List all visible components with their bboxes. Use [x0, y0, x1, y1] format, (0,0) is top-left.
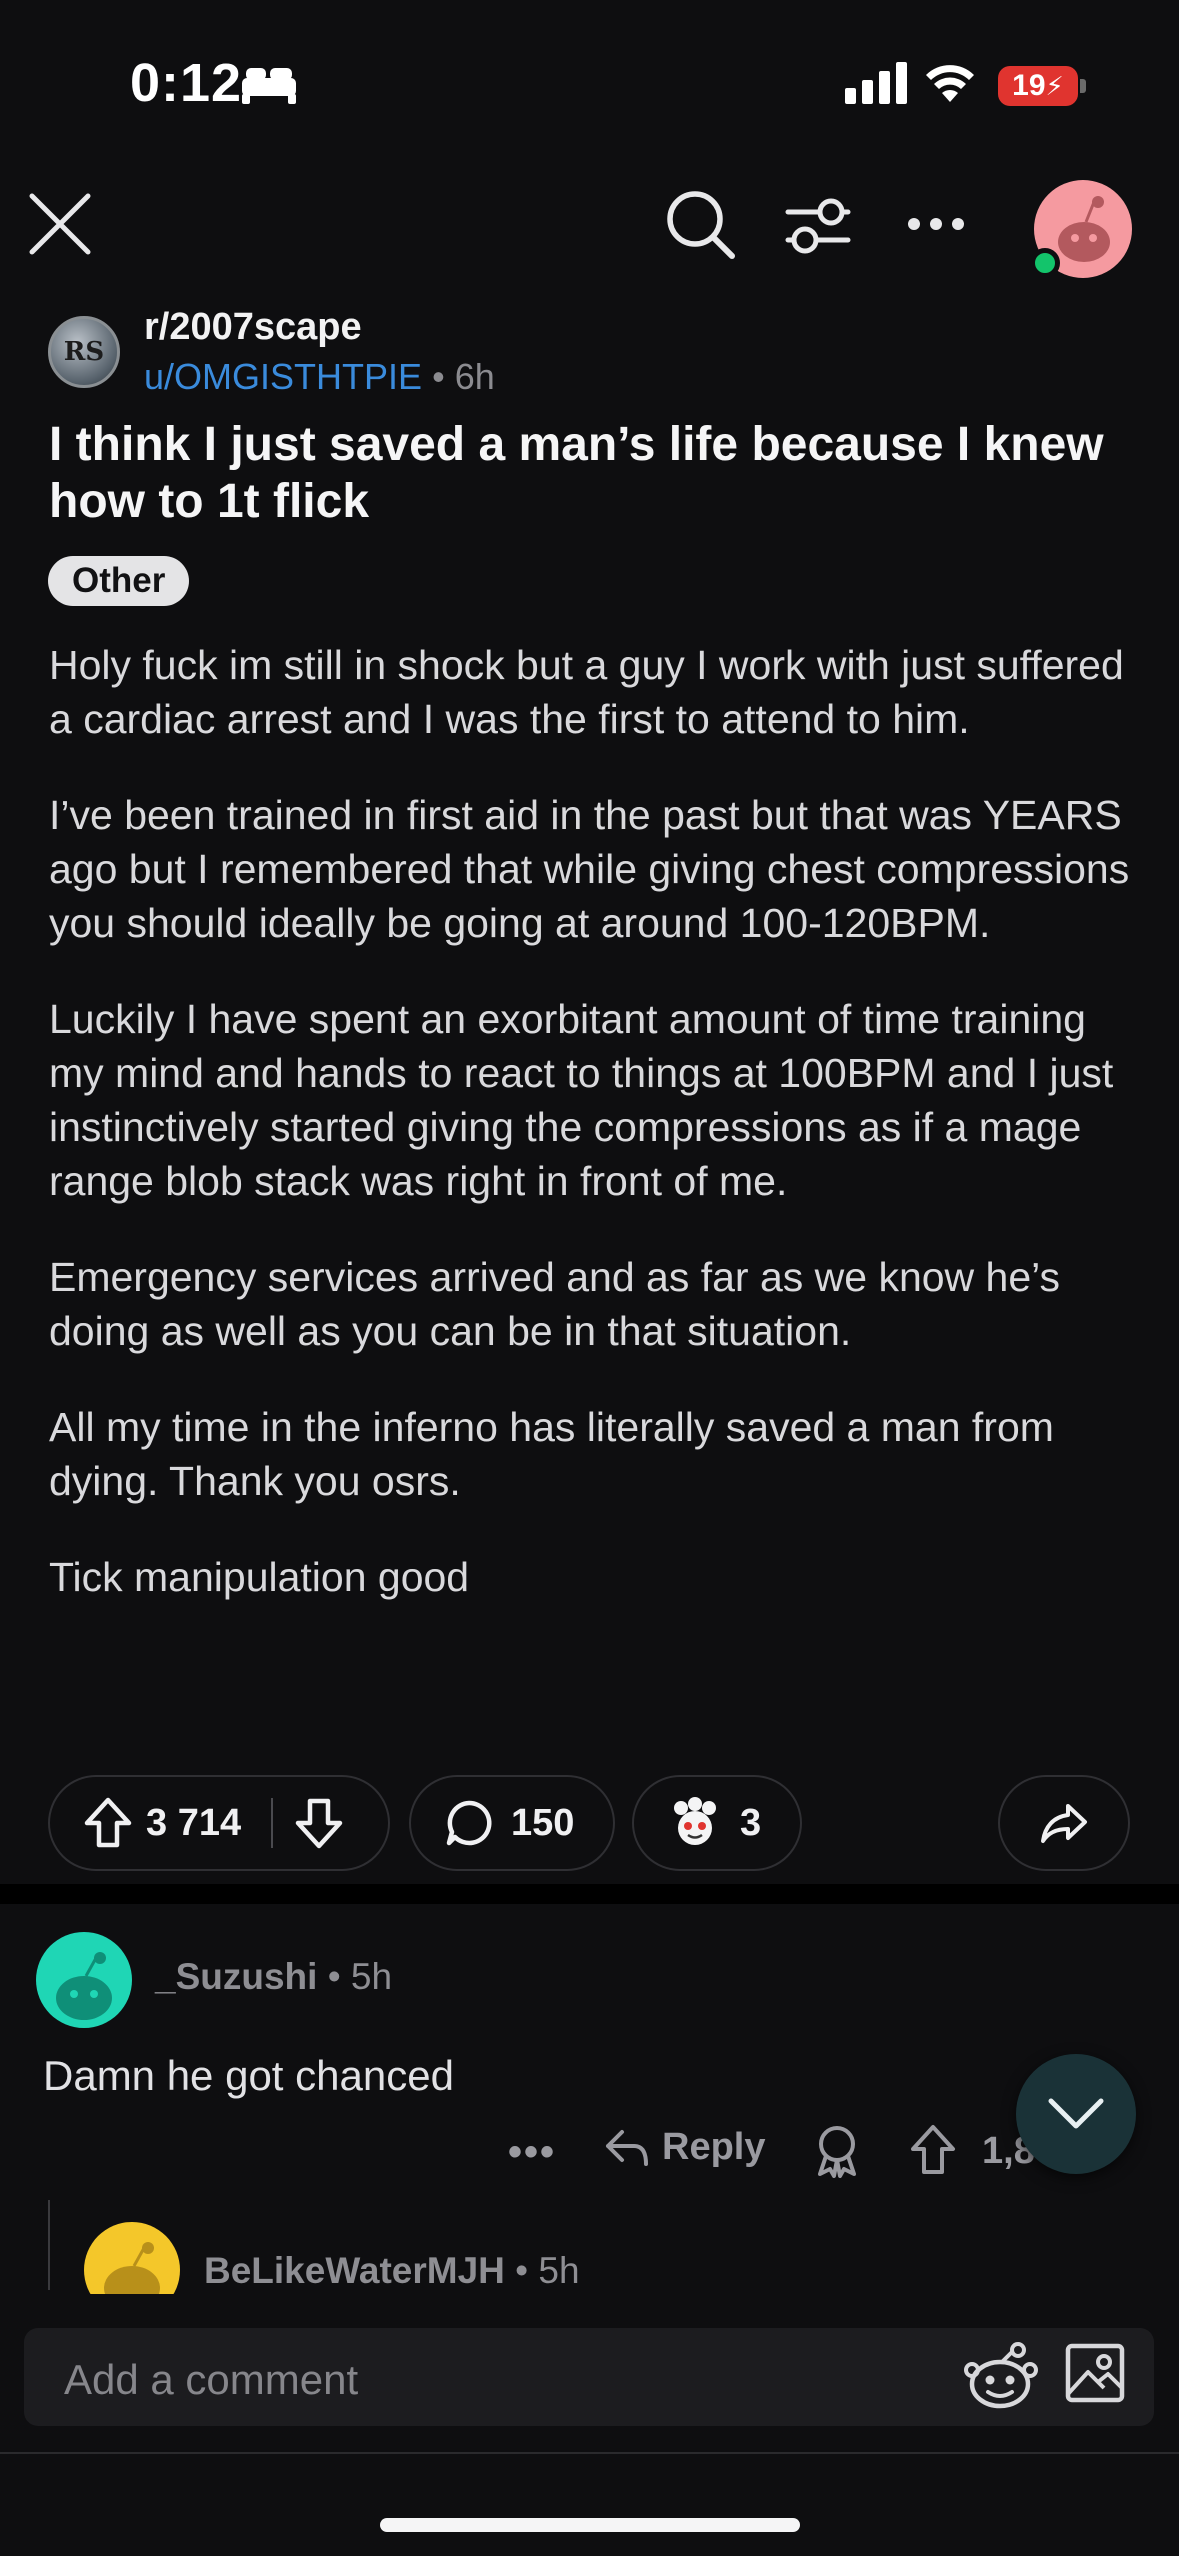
award-snoo-icon: [674, 1797, 716, 1845]
snoo-emoji-icon[interactable]: [960, 2338, 1042, 2416]
sleep-focus-icon: [242, 68, 296, 104]
battery-indicator: 19 ⚡: [998, 66, 1078, 106]
comment-more-button[interactable]: •••: [508, 2130, 556, 2175]
status-time: 0:12: [130, 53, 243, 113]
cell-signal-icon: [845, 60, 907, 104]
next-comment-button[interactable]: [1016, 2054, 1136, 2174]
image-upload-icon[interactable]: [1064, 2342, 1126, 2404]
comment-author: _Suzushi • 5h: [155, 1956, 392, 1998]
snoo-avatar-icon: [56, 1952, 112, 2020]
post-paragraph: Emergency services arrived and as far as…: [49, 1254, 1061, 1354]
post-byline: u/OMGISTHTPIE • 6h: [144, 356, 495, 398]
reply-arrow-icon: [606, 2129, 648, 2166]
battery-tip: [1080, 79, 1086, 93]
composer-divider: [0, 2452, 1179, 2454]
post-paragraph: Tick manipulation good: [49, 1554, 470, 1600]
vote-control: 3 714: [48, 1775, 390, 1871]
comment-placeholder: Add a comment: [64, 2356, 359, 2403]
post-paragraph: I’ve been trained in first aid in the pa…: [49, 792, 1130, 946]
post-paragraph: Luckily I have spent an exorbitant amoun…: [49, 996, 1114, 1204]
post-author[interactable]: u/OMGISTHTPIE: [144, 356, 422, 397]
comment-upvote-icon[interactable]: [910, 2124, 956, 2176]
reply-author: BeLikeWaterMJH • 5h: [204, 2250, 580, 2292]
battery-level: 19: [1012, 69, 1046, 102]
post-body: Holy fuck im still in shock but a guy I …: [49, 638, 1139, 1646]
add-comment-input[interactable]: Add a comment: [24, 2328, 1154, 2426]
downvote-icon[interactable]: [295, 1797, 343, 1849]
comment-age: • 5h: [327, 1956, 393, 1997]
search-icon[interactable]: [664, 188, 736, 260]
post-paragraph: Holy fuck im still in shock but a guy I …: [49, 642, 1124, 742]
reply-age: • 5h: [515, 2250, 580, 2291]
comment-count: 150: [511, 1801, 575, 1844]
section-divider: [0, 1884, 1179, 1904]
post-header: [0, 170, 1179, 310]
reply-author-name[interactable]: BeLikeWaterMJH: [204, 2250, 505, 2291]
post-title: I think I just saved a man’s life becaus…: [49, 418, 1104, 528]
award-count: 3: [740, 1801, 762, 1844]
comments-button[interactable]: 150: [409, 1775, 615, 1871]
post-flair[interactable]: Other: [48, 556, 190, 606]
share-button[interactable]: [998, 1775, 1130, 1871]
thread-line: [48, 2200, 50, 2290]
vote-separator: [271, 1798, 274, 1848]
comment-actions: ••• Reply 1,8: [0, 2116, 1179, 2186]
filter-icon[interactable]: [784, 196, 852, 256]
upvote-count: 3 714: [146, 1801, 242, 1844]
more-icon[interactable]: [906, 216, 966, 232]
comment-author-avatar[interactable]: [36, 1932, 132, 2028]
post-paragraph: All my time in the inferno has literally…: [49, 1404, 1054, 1504]
comment-composer: Add a comment: [0, 2294, 1179, 2556]
subreddit-avatar[interactable]: RS: [48, 316, 120, 388]
comment-bubble-icon: [446, 1800, 492, 1846]
reply-button[interactable]: Reply: [604, 2126, 765, 2169]
reply-label: Reply: [662, 2126, 766, 2168]
online-status-dot: [1030, 248, 1060, 278]
comment-text: Damn he got chanced: [43, 2052, 454, 2099]
byline-separator: •: [432, 356, 445, 397]
home-indicator[interactable]: [380, 2518, 800, 2532]
close-icon[interactable]: [28, 192, 92, 256]
award-icon[interactable]: [812, 2124, 862, 2178]
comment-author-name[interactable]: _Suzushi: [155, 1956, 317, 1997]
share-icon: [1041, 1804, 1087, 1843]
upvote-icon[interactable]: [84, 1797, 132, 1849]
awards-button[interactable]: 3: [632, 1775, 802, 1871]
wifi-icon: [926, 65, 974, 102]
status-bar: 0:12 19 ⚡: [0, 0, 1179, 170]
chevron-down-icon: [1048, 2098, 1104, 2129]
subreddit-name[interactable]: r/2007scape: [144, 306, 362, 349]
post-age: 6h: [454, 356, 495, 397]
